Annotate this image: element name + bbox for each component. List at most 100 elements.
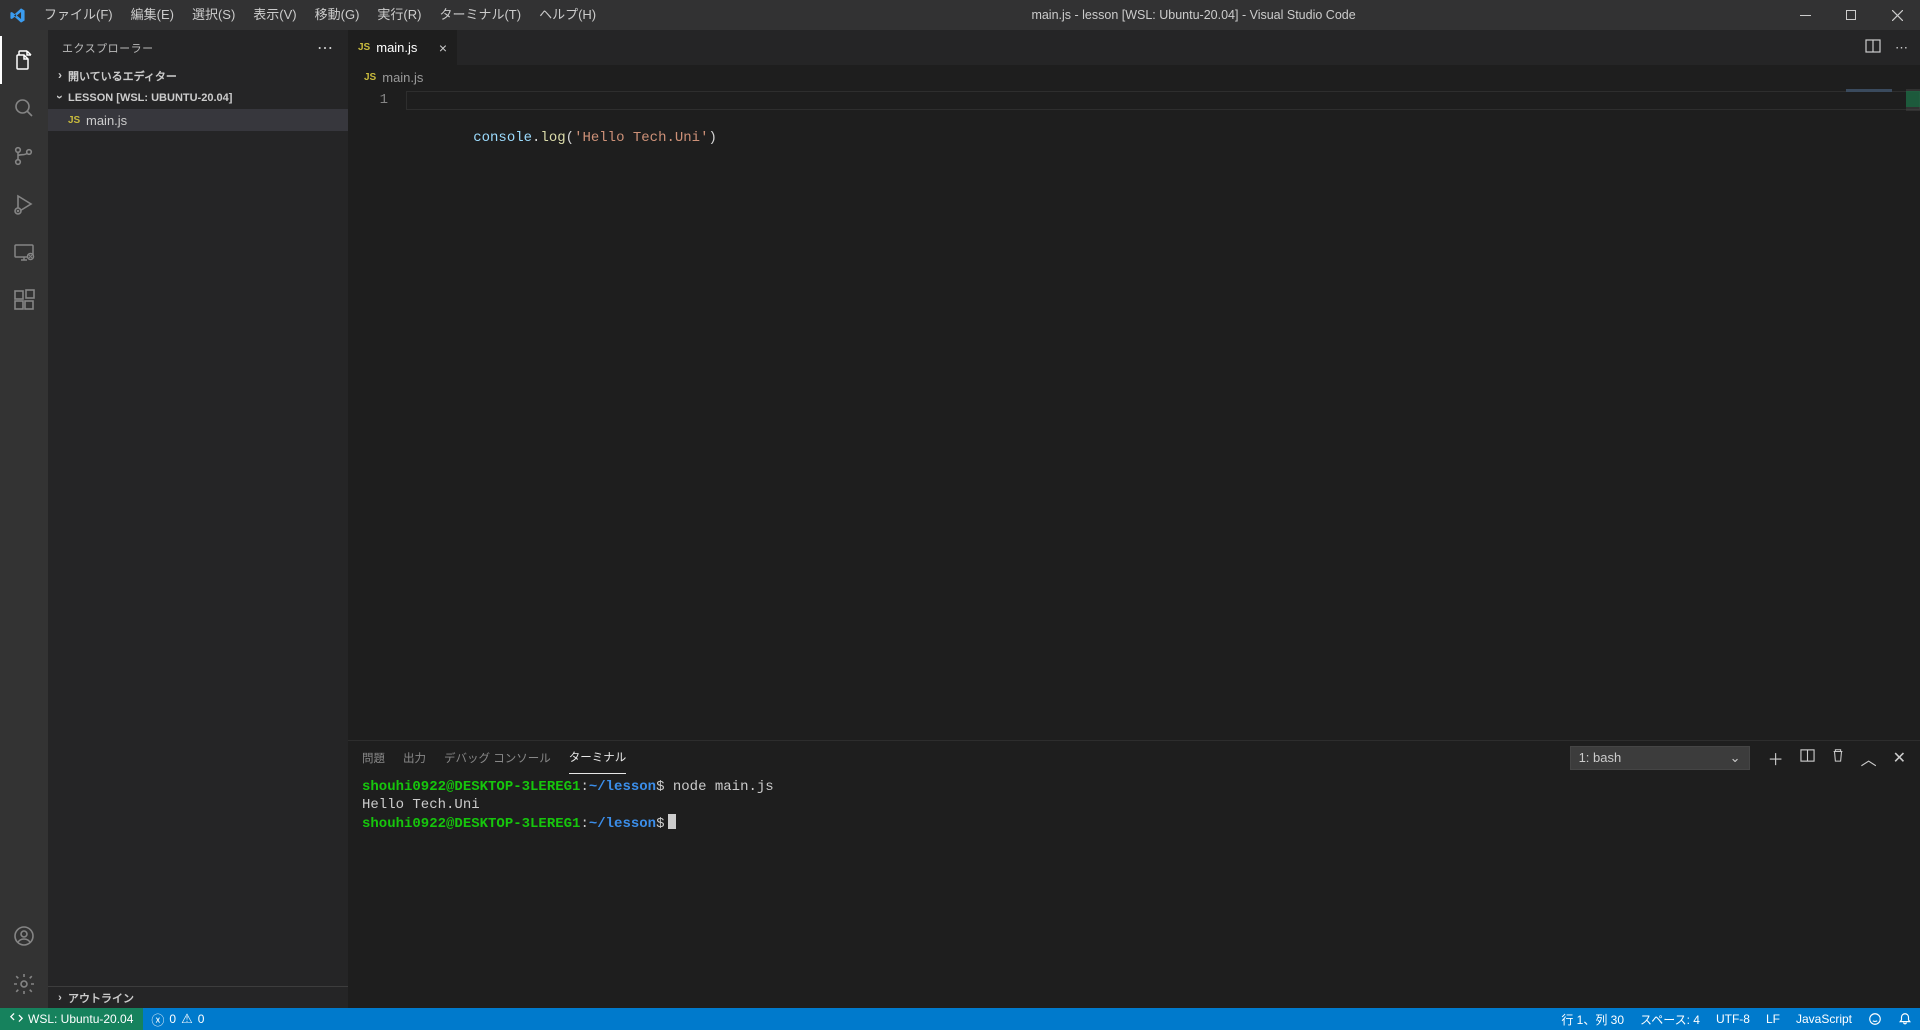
status-warnings-count: 0 xyxy=(198,1012,205,1026)
window-title: main.js - lesson [WSL: Ubuntu-20.04] - V… xyxy=(605,8,1782,22)
window-controls xyxy=(1782,0,1920,30)
activity-source-control-icon[interactable] xyxy=(0,132,48,180)
js-file-icon: JS xyxy=(364,72,376,83)
menu-help[interactable]: ヘルプ(H) xyxy=(530,0,605,30)
status-remote-label: WSL: Ubuntu-20.04 xyxy=(28,1012,133,1026)
outline-header[interactable]: › アウトライン xyxy=(48,986,348,1008)
code-token: ) xyxy=(708,130,716,146)
new-terminal-icon[interactable]: ＋ xyxy=(1768,746,1784,770)
split-editor-icon[interactable] xyxy=(1865,38,1881,57)
title-bar: ファイル(F) 編集(E) 選択(S) 表示(V) 移動(G) 実行(R) ター… xyxy=(0,0,1920,30)
prompt-path: ~/lesson xyxy=(589,816,656,832)
workspace-header[interactable]: › LESSON [WSL: UBUNTU-20.04] xyxy=(48,87,348,109)
code-token: console xyxy=(473,130,532,146)
status-remote[interactable]: WSL: Ubuntu-20.04 xyxy=(0,1008,143,1030)
activity-run-debug-icon[interactable] xyxy=(0,180,48,228)
status-eol[interactable]: LF xyxy=(1758,1008,1788,1030)
activity-bar xyxy=(0,30,48,1008)
activity-remote-explorer-icon[interactable] xyxy=(0,228,48,276)
kill-terminal-icon[interactable] xyxy=(1831,748,1845,767)
menu-edit[interactable]: 編集(E) xyxy=(122,0,183,30)
editor-group: JS main.js × ⋯ JS main.js 1 console.log(… xyxy=(348,30,1920,1008)
status-language[interactable]: JavaScript xyxy=(1788,1008,1860,1030)
chevron-right-icon: › xyxy=(52,992,68,1004)
maximize-panel-icon[interactable]: ︿ xyxy=(1861,746,1877,770)
terminal-selector-label: 1: bash xyxy=(1579,750,1622,765)
open-editors-label: 開いているエディター xyxy=(68,68,177,84)
menu-bar: ファイル(F) 編集(E) 選択(S) 表示(V) 移動(G) 実行(R) ター… xyxy=(35,0,605,30)
code-token: ( xyxy=(566,130,574,146)
vertical-scrollbar[interactable] xyxy=(1906,89,1920,740)
panel-tab-terminal[interactable]: ターミナル xyxy=(569,741,627,774)
panel-tab-bar: 問題 出力 デバッグ コンソール ターミナル 1: bash ⌄ ＋ ︿ ✕ xyxy=(348,741,1920,774)
file-tree-item[interactable]: JS main.js xyxy=(48,109,348,131)
status-bar: WSL: Ubuntu-20.04 ⓧ0 ⚠0 行 1、列 30 スペース: 4… xyxy=(0,1008,1920,1030)
close-window-button[interactable] xyxy=(1874,0,1920,30)
menu-run[interactable]: 実行(R) xyxy=(368,0,430,30)
maximize-button[interactable] xyxy=(1828,0,1874,30)
editor-tab-label: main.js xyxy=(376,40,417,55)
minimap[interactable] xyxy=(1846,89,1906,109)
status-indentation[interactable]: スペース: 4 xyxy=(1632,1008,1708,1030)
menu-terminal[interactable]: ターミナル(T) xyxy=(430,0,530,30)
activity-explorer-icon[interactable] xyxy=(0,36,48,84)
outline-label: アウトライン xyxy=(68,990,134,1006)
terminal-body[interactable]: shouhi0922@DESKTOP-3LEREG1:~/lesson$ nod… xyxy=(348,774,1920,1008)
error-icon: ⓧ xyxy=(151,1010,164,1029)
prompt-colon: : xyxy=(580,816,588,832)
vscode-logo-icon xyxy=(0,6,35,23)
terminal-cursor xyxy=(668,814,676,829)
panel-tab-output[interactable]: 出力 xyxy=(403,742,426,774)
terminal-selector[interactable]: 1: bash ⌄ xyxy=(1570,746,1750,770)
status-notifications-icon[interactable] xyxy=(1890,1008,1920,1030)
editor-more-icon[interactable]: ⋯ xyxy=(1895,40,1908,56)
menu-go[interactable]: 移動(G) xyxy=(306,0,369,30)
terminal-line: shouhi0922@DESKTOP-3LEREG1:~/lesson$ nod… xyxy=(362,778,1906,796)
prompt-colon: : xyxy=(580,779,588,795)
prompt-path: ~/lesson xyxy=(589,779,656,795)
prompt-dollar: $ xyxy=(656,816,664,832)
workspace-label: LESSON [WSL: UBUNTU-20.04] xyxy=(68,92,232,104)
menu-file[interactable]: ファイル(F) xyxy=(35,0,122,30)
status-cursor-position[interactable]: 行 1、列 30 xyxy=(1553,1008,1632,1030)
chevron-down-icon: › xyxy=(53,89,67,105)
file-name-label: main.js xyxy=(86,113,127,128)
open-editors-header[interactable]: › 開いているエディター xyxy=(48,65,348,87)
line-number-gutter: 1 xyxy=(348,89,406,740)
line-number: 1 xyxy=(348,91,388,110)
editor-tab[interactable]: JS main.js × xyxy=(348,30,458,65)
close-panel-icon[interactable]: ✕ xyxy=(1893,748,1906,768)
activity-account-icon[interactable] xyxy=(0,912,48,960)
code-token: 'Hello Tech.Uni' xyxy=(574,130,708,146)
terminal-output: Hello Tech.Uni xyxy=(362,796,1906,814)
prompt-dollar: $ xyxy=(656,779,664,795)
code-token: log xyxy=(540,130,565,146)
chevron-down-icon: ⌄ xyxy=(1730,750,1741,766)
status-problems[interactable]: ⓧ0 ⚠0 xyxy=(143,1008,212,1030)
current-line-highlight xyxy=(406,91,1920,110)
prompt-user: shouhi0922@DESKTOP-3LEREG1 xyxy=(362,779,580,795)
menu-view[interactable]: 表示(V) xyxy=(244,0,305,30)
status-encoding[interactable]: UTF-8 xyxy=(1708,1008,1758,1030)
sidebar-more-icon[interactable]: ⋯ xyxy=(317,38,334,58)
split-terminal-icon[interactable] xyxy=(1800,748,1815,768)
status-errors-count: 0 xyxy=(169,1012,176,1026)
minimize-button[interactable] xyxy=(1782,0,1828,30)
activity-settings-icon[interactable] xyxy=(0,960,48,1008)
activity-extensions-icon[interactable] xyxy=(0,276,48,324)
js-file-icon: JS xyxy=(68,115,86,126)
code-content[interactable]: console.log('Hello Tech.Uni') xyxy=(406,89,1920,740)
sidebar-title: エクスプローラー ⋯ xyxy=(48,30,348,65)
activity-search-icon[interactable] xyxy=(0,84,48,132)
editor-tab-bar: JS main.js × ⋯ xyxy=(348,30,1920,65)
close-tab-icon[interactable]: × xyxy=(439,40,447,56)
overview-ruler-mark xyxy=(1906,91,1920,107)
remote-icon xyxy=(10,1011,23,1027)
panel-tab-problems[interactable]: 問題 xyxy=(362,742,385,774)
menu-select[interactable]: 選択(S) xyxy=(183,0,244,30)
status-feedback-icon[interactable] xyxy=(1860,1008,1890,1030)
breadcrumb[interactable]: JS main.js xyxy=(348,65,1920,89)
code-editor[interactable]: 1 console.log('Hello Tech.Uni') xyxy=(348,89,1920,740)
sidebar-title-label: エクスプローラー xyxy=(62,40,154,56)
panel-tab-debug-console[interactable]: デバッグ コンソール xyxy=(444,742,551,774)
